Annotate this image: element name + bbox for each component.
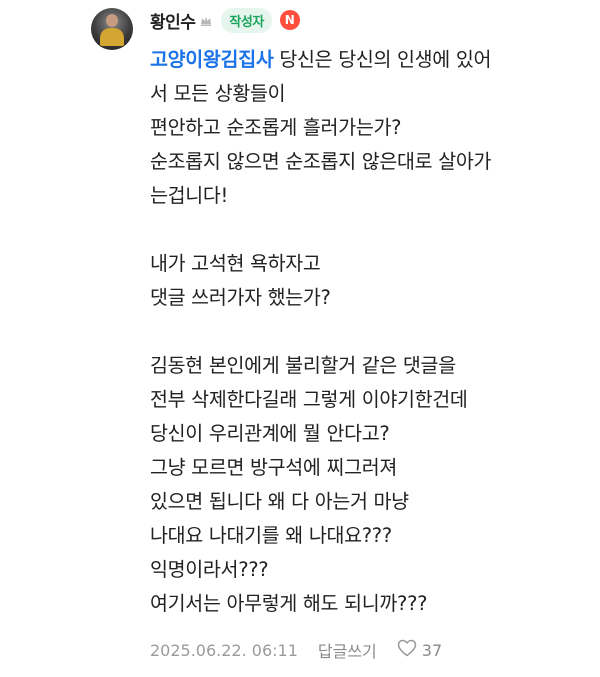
avatar-figure <box>100 28 124 46</box>
comment-line: 서 모든 상황들이 <box>150 82 286 105</box>
comment-line <box>150 213 590 247</box>
comment-line: 나대요 나대기를 왜 나대요??? <box>150 524 392 547</box>
comment-item: 황인수 작성자 N 고양이왕김집사 당신은 당신의 인생에 있어 서 모든 상황… <box>0 0 600 677</box>
author-name[interactable]: 황인수 <box>150 8 196 33</box>
reply-button[interactable]: 답글쓰기 <box>318 638 377 662</box>
comment-line: 김동현 본인에게 불리할거 같은 댓글을 <box>150 354 456 377</box>
new-badge: N <box>279 10 300 30</box>
avatar[interactable] <box>91 8 133 50</box>
comment-line: 익명이라서??? <box>150 558 269 581</box>
comment-line: 내가 고석현 욕하자고 <box>150 252 321 275</box>
writer-badge: 작성자 <box>221 7 272 33</box>
comment-line-text: 당신은 당신의 인생에 있어 <box>273 48 492 71</box>
comment-line <box>150 315 590 349</box>
comment-timestamp: 2025.06.22. 06:11 <box>150 640 298 660</box>
heart-outline-icon <box>397 639 417 661</box>
like-count: 37 <box>421 640 443 660</box>
comment-line: 있으면 됩니다 왜 다 아는거 마냥 <box>150 490 409 513</box>
comment-line: 그냥 모르면 방구석에 찌그러져 <box>150 456 398 479</box>
comment-line: 고양이왕김집사 당신은 당신의 인생에 있어 <box>150 43 590 77</box>
comment-line: 여기서는 아무렇게 해도 되니까??? <box>150 592 428 615</box>
crown-icon <box>199 13 213 27</box>
comment-header: 황인수 작성자 N <box>150 7 300 33</box>
comment-line: 는겁니다! <box>150 184 229 207</box>
comment-line: 전부 삭제한다길래 그렇게 이야기한건데 <box>150 388 468 411</box>
comment-line: 편안하고 순조롭게 흘러가는가? <box>150 116 402 139</box>
comment-line: 순조롭지 않으면 순조롭지 않은대로 살아가 <box>150 150 492 173</box>
avatar-head <box>106 14 118 27</box>
like-button[interactable]: 37 <box>397 639 442 661</box>
comment-line: 당신이 우리관계에 뭘 안다고? <box>150 422 390 445</box>
mention-link[interactable]: 고양이왕김집사 <box>150 48 274 71</box>
comment-footer: 2025.06.22. 06:11 답글쓰기 37 <box>150 637 442 663</box>
comment-line: 댓글 쓰러가자 했는가? <box>150 286 331 309</box>
comment-body: 고양이왕김집사 당신은 당신의 인생에 있어 서 모든 상황들이 편안하고 순조… <box>150 43 590 621</box>
